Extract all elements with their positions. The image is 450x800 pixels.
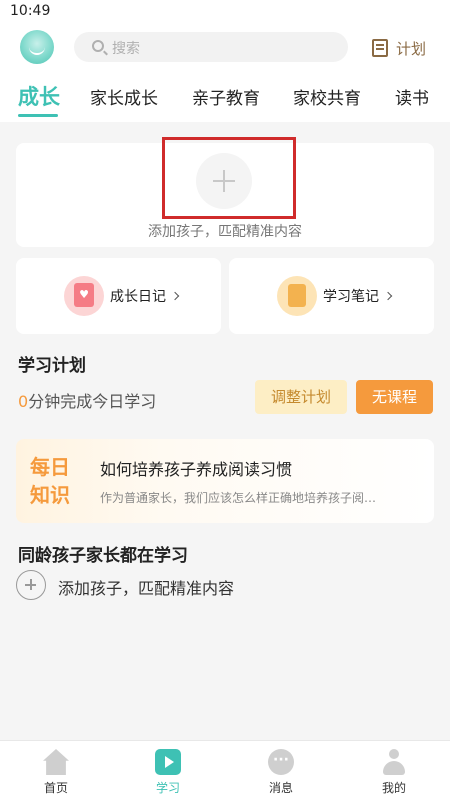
study-plan-title: 学习计划 xyxy=(18,356,86,376)
tab-growth[interactable]: 成长 xyxy=(18,81,60,111)
nav-messages-label: 消息 xyxy=(268,781,293,795)
top-bar: 搜索 计划 xyxy=(0,24,450,70)
chevron-right-icon xyxy=(383,291,393,301)
study-minutes: 0 xyxy=(18,392,29,411)
peers-title: 同龄孩子家长都在学习 xyxy=(18,546,188,566)
tab-parent-growth[interactable]: 家长成长 xyxy=(90,84,158,109)
study-notes-label-wrap: 学习笔记 xyxy=(323,286,393,306)
knowledge-desc: 作为普通家长，我们应该怎么样正确地培养孩子阅… xyxy=(100,491,377,505)
tab-reading[interactable]: 读书 xyxy=(395,84,429,109)
growth-diary-label: 成长日记 xyxy=(110,289,166,305)
tab-parenting[interactable]: 亲子教育 xyxy=(192,84,260,109)
study-plan-subtitle: 0分钟完成今日学习 xyxy=(18,388,156,412)
nav-home-label: 首页 xyxy=(43,781,68,795)
knowledge-title: 如何培养孩子养成阅读习惯 xyxy=(100,460,293,479)
tab-active-indicator xyxy=(18,114,58,117)
study-plan-subtitle-text: 分钟完成今日学习 xyxy=(28,392,157,411)
avatar[interactable] xyxy=(20,30,54,64)
search-icon xyxy=(92,40,104,52)
adjust-plan-button[interactable]: 调整计划 xyxy=(255,380,347,414)
study-notes-card[interactable]: 学习笔记 xyxy=(229,258,434,334)
user-icon xyxy=(381,749,407,775)
daily-knowledge-card[interactable]: 每日 知识 如何培养孩子养成阅读习惯 作为普通家长，我们应该怎么样正确地培养孩子… xyxy=(16,439,434,523)
highlight-box xyxy=(162,137,296,219)
growth-diary-card[interactable]: 成长日记 xyxy=(16,258,221,334)
tab-home-school[interactable]: 家校共育 xyxy=(293,84,361,109)
add-child-text: 添加孩子，匹配精准内容 xyxy=(148,224,302,240)
growth-diary-label-wrap: 成长日记 xyxy=(110,286,180,306)
plan-label: 计划 xyxy=(396,39,427,58)
nav-me[interactable]: 我的 xyxy=(338,741,450,800)
status-bar: 10:49 xyxy=(0,0,450,24)
badge-line-2: 知识 xyxy=(30,483,70,507)
nav-study-label: 学习 xyxy=(155,781,180,795)
bottom-nav: 首页 学习 消息 我的 xyxy=(0,740,450,800)
search-input[interactable]: 搜索 xyxy=(74,32,348,62)
daily-knowledge-badge: 每日 知识 xyxy=(30,453,78,509)
notebook-icon xyxy=(277,276,317,316)
diary-icon xyxy=(64,276,104,316)
search-placeholder: 搜索 xyxy=(112,41,140,57)
tab-bar: 成长 家长成长 亲子教育 家校共育 读书 xyxy=(0,70,450,122)
home-icon xyxy=(43,749,69,775)
study-notes-label: 学习笔记 xyxy=(323,289,379,305)
no-course-button[interactable]: 无课程 xyxy=(356,380,433,414)
status-time: 10:49 xyxy=(10,3,51,19)
play-icon xyxy=(155,749,181,775)
nav-messages[interactable]: 消息 xyxy=(225,741,337,800)
chevron-right-icon xyxy=(170,291,180,301)
nav-study[interactable]: 学习 xyxy=(112,741,224,800)
nav-home[interactable]: 首页 xyxy=(0,741,112,800)
chat-bubble-icon xyxy=(268,749,294,775)
add-child-plus-icon[interactable] xyxy=(16,570,46,600)
plan-button[interactable]: 计划 xyxy=(372,36,426,60)
badge-line-1: 每日 xyxy=(30,455,70,479)
notepad-icon xyxy=(372,39,388,57)
nav-me-label: 我的 xyxy=(381,781,406,795)
peer-add-child-text[interactable]: 添加孩子，匹配精准内容 xyxy=(58,575,234,599)
